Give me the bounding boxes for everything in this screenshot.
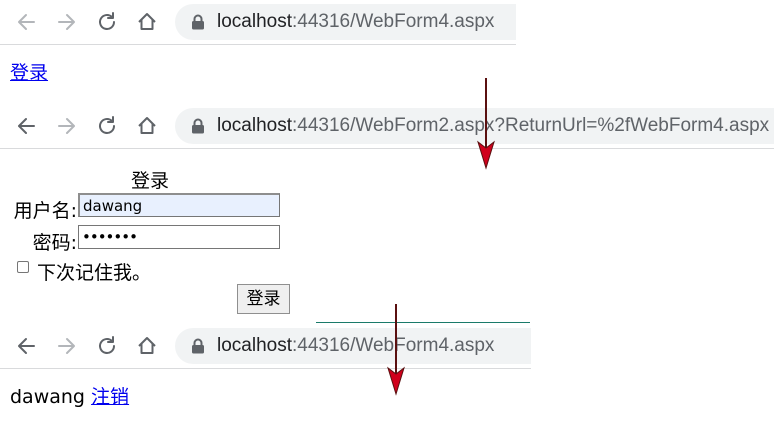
down-arrow-icon — [387, 304, 405, 396]
reload-icon[interactable] — [94, 9, 120, 35]
logged-in-username: dawang — [10, 386, 85, 408]
browser-toolbar-2: localhost:44316/WebForm2.aspx?ReturnUrl=… — [0, 104, 774, 149]
lock-icon — [192, 118, 204, 134]
url-text: localhost:44316/WebForm4.aspx — [217, 335, 495, 356]
screen-3-logged-in: localhost:44316/WebForm4.aspx dawang 注销 — [0, 324, 531, 433]
lock-icon — [192, 14, 204, 30]
remember-me-checkbox[interactable] — [17, 261, 29, 273]
lock-icon — [192, 338, 204, 354]
welcome-line: dawang 注销 — [10, 382, 129, 409]
logout-link[interactable]: 注销 — [91, 386, 129, 408]
forward-arrow-icon[interactable] — [54, 333, 80, 359]
home-icon[interactable] — [134, 9, 160, 35]
home-icon[interactable] — [134, 113, 160, 139]
browser-toolbar-1: localhost:44316/WebForm4.aspx — [0, 0, 516, 45]
forward-arrow-icon[interactable] — [54, 113, 80, 139]
login-link[interactable]: 登录 — [10, 58, 48, 85]
reload-icon[interactable] — [94, 113, 120, 139]
back-arrow-icon[interactable] — [13, 9, 39, 35]
password-input[interactable]: ••••••• — [78, 225, 280, 249]
login-form-title: 登录 — [131, 170, 170, 192]
home-icon[interactable] — [134, 333, 160, 359]
address-bar[interactable]: localhost:44316/WebForm4.aspx — [175, 328, 531, 364]
username-label: 用户名: — [13, 200, 77, 222]
separator-line — [316, 322, 530, 323]
back-arrow-icon[interactable] — [13, 333, 39, 359]
reload-icon[interactable] — [94, 333, 120, 359]
url-text: localhost:44316/WebForm4.aspx — [217, 11, 495, 32]
down-arrow-icon — [477, 78, 495, 170]
address-bar[interactable]: localhost:44316/WebForm4.aspx — [175, 4, 516, 40]
screen-1-webform4: localhost:44316/WebForm4.aspx 登录 — [0, 0, 516, 100]
login-button[interactable]: 登录 — [237, 284, 290, 314]
back-arrow-icon[interactable] — [13, 113, 39, 139]
username-input[interactable]: dawang — [78, 193, 280, 217]
remember-me-label: 下次记住我。 — [37, 262, 152, 284]
browser-toolbar-3: localhost:44316/WebForm4.aspx — [0, 324, 531, 369]
forward-arrow-icon[interactable] — [54, 9, 80, 35]
password-label: 密码: — [32, 232, 77, 254]
